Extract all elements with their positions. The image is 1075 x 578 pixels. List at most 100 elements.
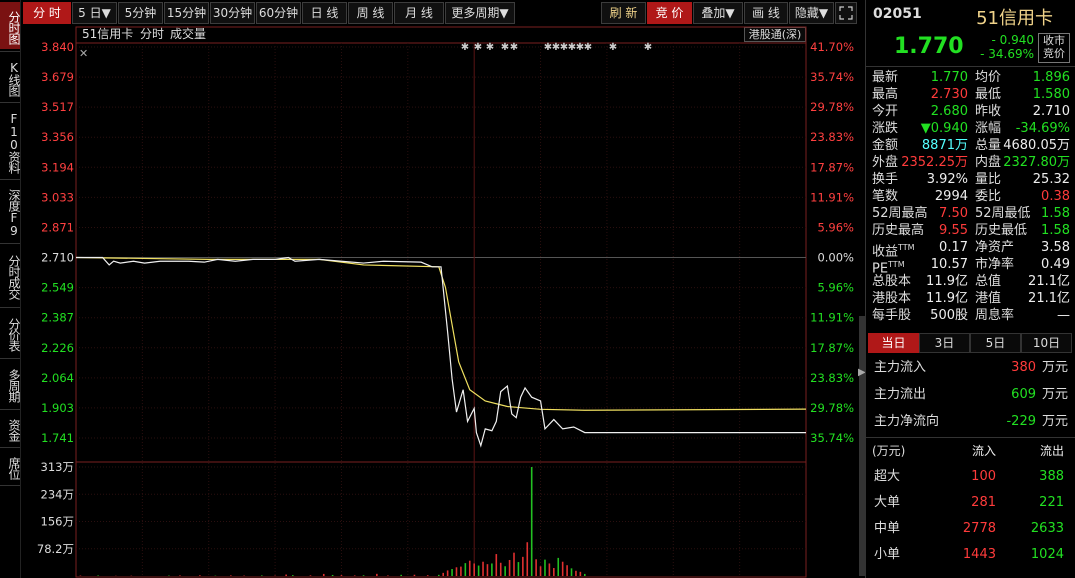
quote-value: 1.896 bbox=[1032, 70, 1070, 85]
quote-row: 笔数 2994 委比 0.38 bbox=[866, 188, 1075, 205]
quote-value: 2327.80万 bbox=[1003, 155, 1070, 170]
pct-tick-label: 11.91% bbox=[810, 311, 854, 325]
quote-value: -34.69% bbox=[1015, 121, 1070, 136]
news-marker-icon: ✱ bbox=[584, 42, 592, 53]
order-size-label: 小单 bbox=[874, 547, 901, 562]
quote-row: 换手 3.92% 量比 25.32 bbox=[866, 171, 1075, 188]
inflow-value: 1443 bbox=[962, 547, 996, 562]
price-tick-label: 1.903 bbox=[41, 401, 74, 415]
price-tick-label: 3.356 bbox=[41, 130, 74, 144]
quote-value: 1.580 bbox=[1032, 87, 1070, 102]
quote-label: 52周最低 bbox=[975, 206, 1031, 221]
price-tick-label: 1.741 bbox=[41, 431, 74, 445]
inflow-value: 2778 bbox=[962, 521, 996, 536]
quote-row: PETTM 10.57 市净率 0.49 bbox=[866, 256, 1075, 276]
quote-label: 涨跌 bbox=[872, 121, 899, 136]
quote-label: 最新 bbox=[872, 70, 899, 85]
quote-label: 量比 bbox=[975, 172, 1002, 187]
flow-unit: 万元 bbox=[1041, 360, 1068, 375]
flow-row: 主力流入 380 万元 bbox=[866, 358, 1075, 378]
quote-value: 3.92% bbox=[926, 172, 968, 187]
price-tick-label: 3.194 bbox=[41, 160, 74, 174]
intraday-chart: ✕ 3.840 41.70% 3.679 35.74% 3.517 29.78% 3.356 2… bbox=[37, 26, 854, 578]
outflow-value: 388 bbox=[1039, 469, 1064, 484]
flow-unit: 万元 bbox=[1041, 414, 1068, 429]
quote-label: 内盘 bbox=[975, 155, 1002, 170]
pct-tick-label: 0.00% bbox=[817, 251, 854, 265]
inflow-value: 281 bbox=[971, 495, 996, 510]
outflow-value: 2633 bbox=[1030, 521, 1064, 536]
quote-value: 500股 bbox=[930, 308, 968, 323]
table-in-header: 流入 bbox=[971, 444, 996, 458]
stock-name: 51信用卡 bbox=[976, 8, 1053, 29]
last-price: 1.770 bbox=[894, 34, 964, 59]
flow-value: -229 bbox=[1006, 414, 1036, 429]
quote-label: 港值 bbox=[975, 291, 1002, 306]
quote-value: 7.50 bbox=[939, 206, 968, 221]
volume-tick-label: 313万 bbox=[41, 460, 74, 474]
order-size-label: 中单 bbox=[874, 521, 901, 536]
pct-tick-label: 41.70% bbox=[810, 40, 854, 54]
news-marker-icon: ✱ bbox=[501, 42, 509, 53]
flow-label: 主力净流向 bbox=[874, 414, 940, 429]
quote-label: 外盘 bbox=[872, 155, 899, 170]
price-tick-label: 3.517 bbox=[41, 100, 74, 114]
quote-value: 10.57 bbox=[930, 257, 968, 272]
quote-label: 总值 bbox=[975, 274, 1002, 289]
flow-tab-3[interactable]: 10日 bbox=[1021, 333, 1072, 353]
news-marker-icon: ✱ bbox=[644, 42, 652, 53]
quote-row: 收益TTM 0.17 净资产 3.58 bbox=[866, 239, 1075, 259]
pct-tick-label: 17.87% bbox=[810, 341, 854, 355]
quote-value: 0.38 bbox=[1041, 189, 1070, 204]
news-marker-icon: ✱ bbox=[461, 42, 469, 53]
flow-table-row: 中单 2778 2633 bbox=[866, 519, 1075, 539]
quote-label: 金额 bbox=[872, 138, 899, 153]
flow-row: 主力净流向 -229 万元 bbox=[866, 412, 1075, 432]
flow-tab-0[interactable]: 当日 bbox=[868, 333, 919, 353]
quote-value: 9.55 bbox=[939, 223, 968, 238]
quote-value: 2352.25万 bbox=[901, 155, 968, 170]
price-tick-label: 3.840 bbox=[41, 40, 74, 54]
quote-label: 市净率 bbox=[975, 257, 1015, 272]
flow-table-row: 小单 1443 1024 bbox=[866, 545, 1075, 565]
flow-label: 主力流入 bbox=[874, 360, 927, 375]
price-tick-label: 2.871 bbox=[41, 220, 74, 234]
quote-label: 总股本 bbox=[872, 274, 912, 289]
order-size-label: 超大 bbox=[874, 469, 901, 484]
quote-label: 涨幅 bbox=[975, 121, 1002, 136]
flow-value: 380 bbox=[1011, 360, 1036, 375]
quote-label: 52周最高 bbox=[872, 206, 928, 221]
quote-value: 1.770 bbox=[930, 70, 968, 85]
price-tick-label: 3.679 bbox=[41, 70, 74, 84]
flow-value: 609 bbox=[1011, 387, 1036, 402]
divider bbox=[866, 437, 1075, 438]
flow-tab-2[interactable]: 5日 bbox=[970, 333, 1021, 353]
close-auction-button[interactable]: 收市竞价 bbox=[1038, 33, 1070, 63]
price-line bbox=[76, 256, 806, 448]
volume-tick-label: 156万 bbox=[41, 515, 74, 529]
quote-value: 11.9亿 bbox=[926, 274, 968, 289]
quote-label: 最高 bbox=[872, 87, 899, 102]
quote-value: 21.1亿 bbox=[1028, 291, 1070, 306]
quote-value: 25.32 bbox=[1032, 172, 1070, 187]
quote-row: 历史最高 9.55 历史最低 1.58 bbox=[866, 222, 1075, 239]
pct-tick-label: 29.78% bbox=[810, 100, 854, 114]
quote-label: 港股本 bbox=[872, 291, 912, 306]
quote-label: 最低 bbox=[975, 87, 1002, 102]
quote-label: 净资产 bbox=[975, 240, 1015, 255]
news-marker-icon: ✱ bbox=[609, 42, 617, 53]
news-marker-icon: ✱ bbox=[486, 42, 494, 53]
volume-tick-label: 234万 bbox=[41, 487, 74, 501]
quote-value: 3.58 bbox=[1041, 240, 1070, 255]
flow-tab-1[interactable]: 3日 bbox=[919, 333, 970, 353]
price-tick-label: 2.710 bbox=[41, 251, 74, 265]
outflow-value: 221 bbox=[1039, 495, 1064, 510]
quote-value: 2.710 bbox=[1032, 104, 1070, 119]
price-change: - 0.940 - 34.69% bbox=[970, 33, 1034, 61]
news-marker-icon: ✱ bbox=[510, 42, 518, 53]
price-tick-label: 3.033 bbox=[41, 190, 74, 204]
stock-code: 02051 bbox=[873, 6, 922, 22]
pct-tick-label: 11.91% bbox=[810, 190, 854, 204]
quote-value: 8871万 bbox=[921, 138, 968, 153]
outflow-value: 1024 bbox=[1030, 547, 1064, 562]
